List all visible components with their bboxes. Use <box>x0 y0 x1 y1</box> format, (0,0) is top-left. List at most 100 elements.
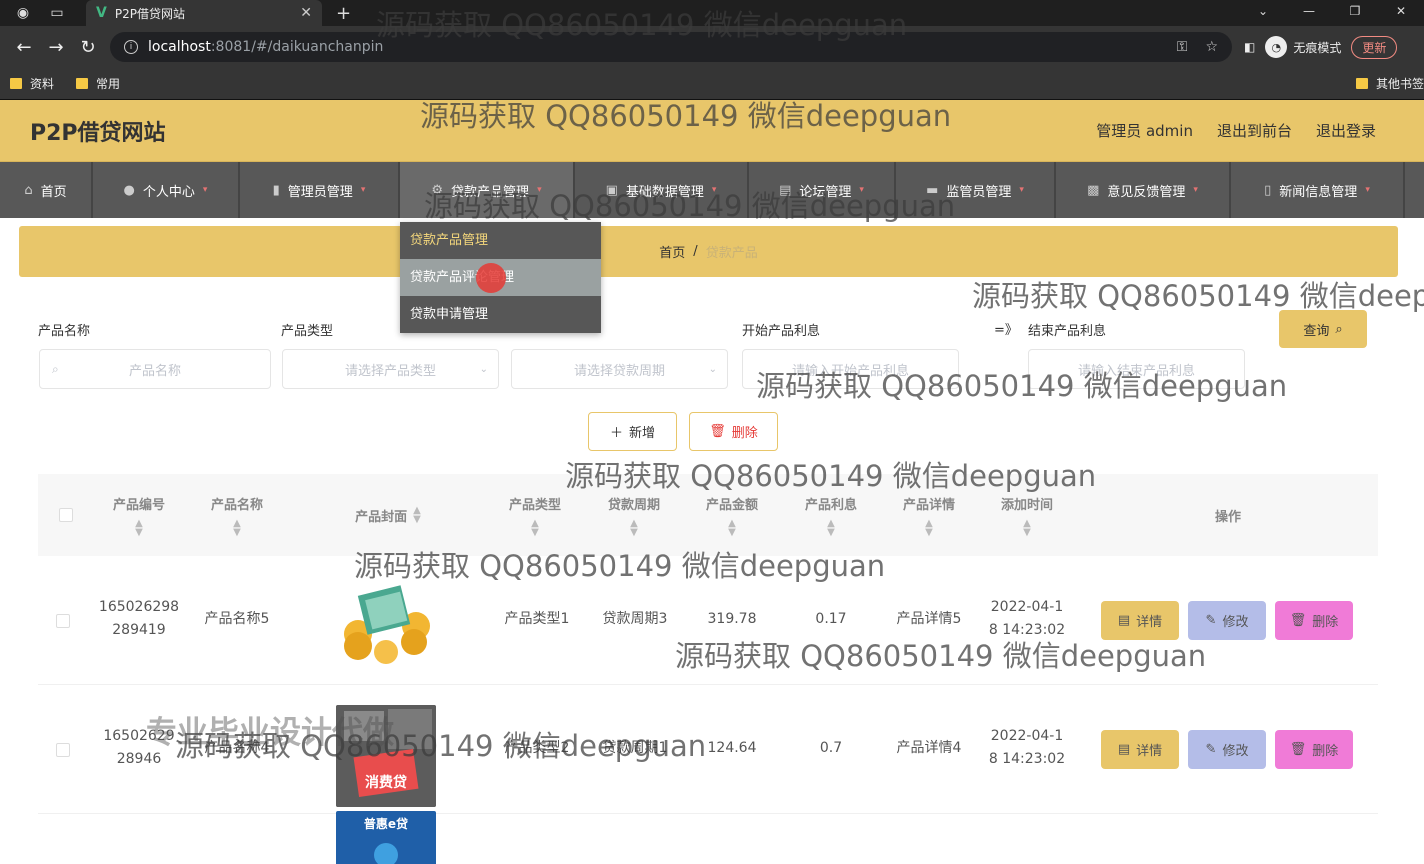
puhui-loan-illustration-icon: 普惠e贷 <box>336 811 436 864</box>
chevron-down-icon: ▾ <box>1365 185 1370 195</box>
sort-icon[interactable]: ▲ ▼ <box>925 518 933 537</box>
header-time[interactable]: 添加时间 ▲ ▼ <box>986 474 1068 556</box>
cell-product-name: 产品名称5 <box>204 611 270 627</box>
close-window-icon[interactable]: ✕ <box>1378 0 1424 26</box>
edit-button[interactable]: ✎ 修改 <box>1188 730 1266 769</box>
rate-end-input[interactable]: 请输入结束产品利息 <box>1028 349 1245 389</box>
header-amount[interactable]: 产品金额 ▲ ▼ <box>691 474 773 556</box>
to-front-link[interactable]: 退出到前台 <box>1217 120 1292 141</box>
sort-icon[interactable]: ▲ ▼ <box>827 518 835 537</box>
update-button[interactable]: 更新 <box>1351 35 1398 59</box>
header-loan-period[interactable]: 贷款周期 ▲ ▼ <box>593 474 675 556</box>
sort-icon[interactable]: ▲ ▼ <box>413 506 421 525</box>
delete-label: 删除 <box>731 426 758 441</box>
sidebar-icon[interactable]: ◧ <box>1244 40 1255 54</box>
nav-item-home[interactable]: ⌂ 首页 <box>0 162 93 218</box>
row-checkbox[interactable] <box>56 743 70 757</box>
nav-label: 基础数据管理 <box>625 184 704 200</box>
browser-menu-icon[interactable]: ◉ <box>12 2 34 24</box>
chevron-down-icon[interactable]: ⌄ <box>1240 0 1286 26</box>
other-bookmarks[interactable]: 其他书签 <box>1355 75 1424 92</box>
detail-button[interactable]: ▤ 详情 <box>1101 730 1179 769</box>
loan-product-dropdown: 贷款产品管理 贷款产品评论管理 贷款申请管理 <box>400 222 601 333</box>
header-product-cover[interactable]: 产品封面 ▲ ▼ <box>328 474 448 556</box>
id-line: 165026298 <box>98 599 180 615</box>
header-rate[interactable]: 产品利息 ▲ ▼ <box>790 474 872 556</box>
url-input[interactable]: i localhost :8081/#/daikuanchanpin ⚿ ☆ <box>110 32 1232 62</box>
restore-icon[interactable]: ❐ <box>1332 0 1378 26</box>
detail-button[interactable]: ▤ 详情 <box>1101 601 1179 640</box>
nav-item-forum[interactable]: ▤ 论坛管理 ▾ <box>749 162 896 218</box>
header-product-name[interactable]: 产品名称 ▲ ▼ <box>196 474 278 556</box>
sort-icon[interactable]: ▲ ▼ <box>1023 518 1031 537</box>
nav-item-basic-data[interactable]: ▣ 基础数据管理 ▾ <box>575 162 749 218</box>
header-label: 产品名称 <box>210 497 263 513</box>
cell-product-type: 产品类型1 <box>504 611 570 627</box>
chevron-down-icon: ▾ <box>360 185 366 195</box>
delete-button[interactable]: 🗑 删除 <box>1275 601 1353 640</box>
browser-tabbar: ◉ ▭ V P2P借贷网站 ✕ + ⌄ — ❐ ✕ <box>0 0 1424 26</box>
sort-icon[interactable]: ▲ ▼ <box>630 518 638 537</box>
gear-icon: ⚙ <box>431 182 444 198</box>
cover-text: 消费贷 <box>365 774 407 791</box>
bookmark-folder[interactable]: 资料 <box>10 75 54 92</box>
new-tab-icon[interactable]: + <box>336 3 351 24</box>
row-checkbox[interactable] <box>56 614 70 628</box>
nav-label: 首页 <box>40 184 67 200</box>
product-type-placeholder: 请选择产品类型 <box>344 363 436 379</box>
product-type-select[interactable]: 请选择产品类型 ⌄ <box>282 349 499 389</box>
delete-button[interactable]: 🗑 删除 <box>1275 730 1353 769</box>
menu-item-loan-product[interactable]: 贷款产品管理 <box>400 222 601 259</box>
product-name-label: 产品名称 <box>38 324 91 339</box>
browser-tab[interactable]: V P2P借贷网站 ✕ <box>86 0 322 26</box>
minimize-icon[interactable]: — <box>1286 0 1332 26</box>
nav-item-feedback[interactable]: ▩ 意见反馈管理 ▾ <box>1056 162 1231 218</box>
batch-delete-button[interactable]: 🗑 删除 <box>689 412 778 451</box>
back-icon[interactable]: ← <box>8 37 40 58</box>
document-icon: ▤ <box>1117 613 1131 628</box>
header-detail[interactable]: 产品详情 ▲ ▼ <box>888 474 970 556</box>
forward-icon[interactable]: → <box>40 37 72 58</box>
sort-icon[interactable]: ▲ ▼ <box>233 518 241 537</box>
product-cover-image: 普惠e贷 <box>336 811 436 864</box>
cell-loan-period: 贷款周期3 <box>602 611 668 627</box>
bookmark-folder[interactable]: 常用 <box>76 75 120 92</box>
rate-start-input[interactable]: 请输入开始产品利息 <box>742 349 959 389</box>
nav-item-supervisor[interactable]: ▬ 监管员管理 ▾ <box>896 162 1056 218</box>
loan-period-select[interactable]: 请选择贷款周期 ⌄ <box>511 349 728 389</box>
header-label: 操作 <box>1214 509 1241 525</box>
nav-item-loan-product[interactable]: ⚙ 贷款产品管理 ▾ <box>400 162 575 218</box>
reload-icon[interactable]: ↻ <box>72 37 104 58</box>
logout-link[interactable]: 退出登录 <box>1316 120 1376 141</box>
key-icon[interactable]: ⚿ <box>1177 39 1188 55</box>
header-label: 产品类型 <box>508 497 561 513</box>
select-all-checkbox[interactable] <box>59 508 73 522</box>
tab-search-icon[interactable]: ▭ <box>46 2 68 24</box>
add-button[interactable]: ＋ 新增 <box>588 412 677 451</box>
nav-item-news[interactable]: ▯ 新闻信息管理 ▾ <box>1231 162 1405 218</box>
sort-icon[interactable]: ▲ ▼ <box>135 518 143 537</box>
site-info-icon[interactable]: i <box>124 40 138 54</box>
query-button[interactable]: 查询 ⌕ <box>1279 310 1367 348</box>
breadcrumb-current: 贷款产品 <box>705 246 758 261</box>
nav-item-admin[interactable]: ▮ 管理员管理 ▾ <box>240 162 400 218</box>
rate-end-placeholder: 请输入结束产品利息 <box>1077 363 1195 379</box>
breadcrumb-home[interactable]: 首页 <box>659 242 685 261</box>
header-product-type[interactable]: 产品类型 ▲ ▼ <box>494 474 576 556</box>
menu-item-loan-application[interactable]: 贷款申请管理 <box>400 296 601 333</box>
product-cover-image: 消费贷 <box>336 705 436 807</box>
time-line: 2022-04-1 <box>990 728 1064 744</box>
star-icon[interactable]: ☆ <box>1205 39 1218 55</box>
header-product-id[interactable]: 产品编号 ▲ ▼ <box>98 474 180 556</box>
incognito-badge[interactable]: ◔ 无痕模式 <box>1265 36 1341 58</box>
header-label: 产品封面 <box>355 509 408 525</box>
rate-start-label: 开始产品利息 <box>742 324 821 339</box>
sort-icon[interactable]: ▲ ▼ <box>728 518 736 537</box>
product-name-input[interactable]: ⌕ 产品名称 <box>39 349 271 389</box>
close-tab-icon[interactable]: ✕ <box>300 5 312 21</box>
header-label: 产品详情 <box>902 497 955 513</box>
edit-button[interactable]: ✎ 修改 <box>1188 601 1266 640</box>
menu-item-product-comment[interactable]: 贷款产品评论管理 <box>400 259 601 296</box>
sort-icon[interactable]: ▲ ▼ <box>531 518 539 537</box>
nav-item-personal[interactable]: ● 个人中心 ▾ <box>93 162 240 218</box>
